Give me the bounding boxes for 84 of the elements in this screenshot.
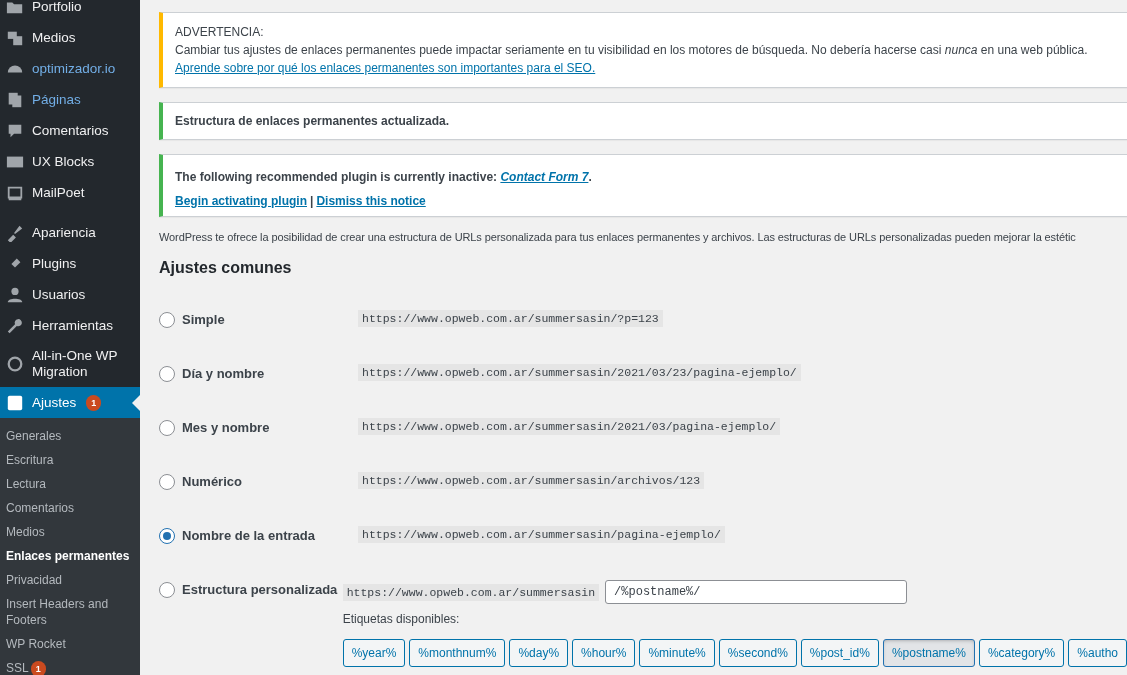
tag-button[interactable]: %monthnum% bbox=[409, 639, 506, 667]
menu-item[interactable]: MailPoet bbox=[0, 177, 140, 208]
url-example: https://www.opweb.com.ar/summersasin/2021/03/pagina-ejemplo/ bbox=[358, 418, 781, 435]
wrench-icon bbox=[6, 316, 24, 335]
menu-label: Herramientas bbox=[32, 316, 114, 335]
menu-item[interactable]: Medios bbox=[0, 22, 140, 53]
menu-label: MailPoet bbox=[32, 183, 85, 202]
structure-input[interactable]: /%postname%/ bbox=[605, 580, 908, 604]
count-badge: 1 bbox=[30, 661, 46, 675]
menu-label: Portfolio bbox=[32, 0, 82, 16]
folder-icon bbox=[6, 0, 24, 16]
submenu-item[interactable]: WP Rocket bbox=[0, 632, 140, 656]
menu-item[interactable]: Herramientas bbox=[0, 310, 140, 341]
menu-item[interactable]: Apariencia bbox=[0, 217, 140, 248]
notice-text: Cambiar tus ajustes de enlaces permanentes puede impactar seriamente en tu visibilidad en los motores de búsqueda. No debería hacerse casi nunca en una web pública. bbox=[175, 42, 1089, 59]
radio-button[interactable] bbox=[159, 474, 175, 490]
menu-item[interactable]: Portfolio bbox=[0, 0, 140, 22]
url-example: https://www.opweb.com.ar/summersasin/pagina-ejemplo/ bbox=[358, 526, 725, 543]
tag-button[interactable]: %minute% bbox=[639, 639, 715, 667]
menu-item[interactable]: Plugins bbox=[0, 248, 140, 279]
menu-label: optimizador.io bbox=[32, 59, 116, 78]
menu-label: All-in-One WP Migration bbox=[32, 347, 119, 381]
tag-button[interactable]: %autho bbox=[1068, 639, 1127, 667]
tags-label: Etiquetas disponibles: bbox=[342, 612, 461, 626]
notice-text: The following recommended plugin is currently inactive: Contact Form 7. bbox=[175, 169, 593, 186]
option-label: Numérico bbox=[182, 474, 242, 490]
menu-label: Apariencia bbox=[32, 223, 96, 242]
notice-action-link[interactable]: Dismiss this notice bbox=[316, 194, 426, 208]
submenu-item[interactable]: Comentarios bbox=[0, 496, 140, 520]
submenu-item[interactable]: Lectura bbox=[0, 472, 140, 496]
menu-item[interactable]: UX Blocks bbox=[0, 146, 140, 177]
option-label: Simple bbox=[182, 312, 225, 328]
menu-item[interactable]: Páginas bbox=[0, 84, 140, 115]
option-label: Mes y nombre bbox=[182, 420, 270, 436]
separator: | bbox=[310, 194, 314, 208]
tag-button[interactable]: %second% bbox=[718, 639, 797, 667]
url-example: https://www.opweb.com.ar/summersasin bbox=[342, 583, 600, 601]
menu-label: Medios bbox=[32, 28, 76, 47]
menu-label: Páginas bbox=[32, 90, 81, 109]
menu-label: Ajustes bbox=[32, 393, 77, 412]
tag-button[interactable]: %year% bbox=[342, 639, 406, 667]
tag-button[interactable]: %day% bbox=[509, 639, 569, 667]
submenu-item[interactable]: Privacidad bbox=[0, 568, 140, 592]
option-label: Estructura personalizada bbox=[182, 582, 338, 598]
section-heading: Ajustes comunes bbox=[159, 259, 293, 277]
pages-icon bbox=[6, 90, 24, 109]
brush-icon bbox=[6, 223, 24, 242]
submenu-item[interactable]: Escritura bbox=[0, 448, 140, 472]
menu-label: Usuarios bbox=[32, 285, 86, 304]
menu-item[interactable]: optimizador.io bbox=[0, 53, 140, 84]
radio-button[interactable] bbox=[159, 528, 175, 544]
radio-button[interactable] bbox=[159, 366, 175, 382]
menu-item[interactable]: Usuarios bbox=[0, 279, 140, 310]
menu-label: Plugins bbox=[32, 254, 77, 273]
submenu-item[interactable]: Insert Headers and Footers bbox=[0, 592, 140, 632]
intro-text: WordPress te ofrece la posibilidad de crear una estructura de URLs personalizada para tus enlaces permanentes y archivos. Las estructuras de URLs personalizadas pueden mejorar la estétic bbox=[159, 231, 1077, 243]
count-badge: 1 bbox=[86, 394, 102, 411]
user-icon bbox=[6, 285, 24, 304]
menu-item[interactable]: All-in-One WP Migration bbox=[0, 341, 140, 387]
url-example: https://www.opweb.com.ar/summersasin/archivos/123 bbox=[358, 472, 705, 489]
option-label: Día y nombre bbox=[182, 366, 265, 382]
tag-button[interactable]: %hour% bbox=[572, 639, 636, 667]
radio-button[interactable] bbox=[159, 312, 175, 328]
url-example: https://www.opweb.com.ar/summersasin/?p=123 bbox=[358, 310, 663, 327]
notice-text: Estructura de enlaces permanentes actualizada. bbox=[175, 113, 451, 130]
submenu-item[interactable]: Medios bbox=[0, 520, 140, 544]
tag-button[interactable]: %postname% bbox=[882, 639, 975, 667]
plugin-link[interactable]: Contact Form 7 bbox=[500, 170, 589, 184]
submenu-item[interactable]: Enlaces permanentes bbox=[0, 544, 140, 568]
submenu-item[interactable]: Generales bbox=[0, 424, 140, 448]
menu-label: UX Blocks bbox=[32, 152, 95, 171]
tag-button[interactable]: %category% bbox=[978, 639, 1065, 667]
radio-button[interactable] bbox=[159, 582, 175, 598]
tag-button[interactable]: %post_id% bbox=[800, 639, 879, 667]
menu-item[interactable]: Comentarios bbox=[0, 115, 140, 146]
seo-link[interactable]: Aprende sobre por qué los enlaces permanentes son importantes para el SEO. bbox=[175, 61, 596, 75]
menu-item[interactable]: Ajustes 1 bbox=[0, 387, 140, 418]
option-label: Nombre de la entrada bbox=[182, 528, 315, 544]
menu-label: Comentarios bbox=[32, 121, 109, 140]
notice-action-link[interactable]: Begin activating plugin bbox=[175, 194, 307, 208]
notice-title: ADVERTENCIA: bbox=[175, 24, 265, 41]
radio-button[interactable] bbox=[159, 420, 175, 436]
submenu-item[interactable]: SSL 1 bbox=[0, 656, 140, 675]
url-example: https://www.opweb.com.ar/summersasin/2021/03/23/pagina-ejemplo/ bbox=[358, 364, 801, 381]
